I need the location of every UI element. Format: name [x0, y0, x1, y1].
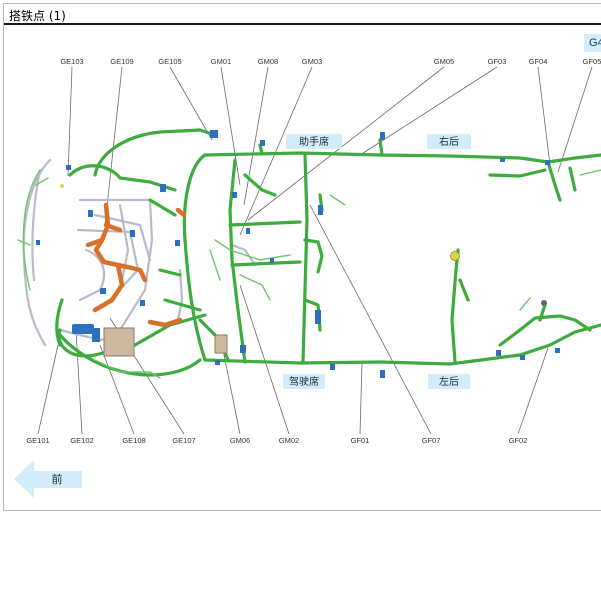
leader-line: [309, 204, 432, 435]
ground-point-label: GM02: [279, 436, 299, 445]
front-direction-arrow[interactable]: 前: [14, 460, 82, 498]
leader-line: [37, 344, 59, 435]
relay-box: [214, 334, 228, 354]
zone-right-rear-label: 右后: [439, 135, 459, 148]
ground-point-label: GF07: [422, 436, 441, 445]
green-harness: [55, 128, 601, 377]
ground-point-label: GM05: [434, 57, 454, 66]
zone-left-rear-label: 左后: [439, 375, 459, 388]
leader-line: [220, 66, 241, 186]
ground-point-label: GM08: [258, 57, 278, 66]
leader-line: [67, 66, 73, 177]
leader-line: [239, 284, 290, 435]
zone-driver-label: 驾驶席: [289, 375, 319, 388]
ground-point-label: GF01: [351, 436, 370, 445]
ground-point-label: GE103: [60, 57, 83, 66]
ground-point-label: GE108: [122, 436, 145, 445]
ground-point-label: GM03: [302, 57, 322, 66]
leader-line: [537, 66, 551, 166]
dark-connector: [541, 300, 547, 306]
arrow-left-icon: [14, 460, 82, 498]
leader-line: [517, 347, 549, 435]
ground-point-label: GF03: [488, 57, 507, 66]
ground-point-label: GF02: [509, 436, 528, 445]
ground-point-label: GE102: [70, 436, 93, 445]
leader-line: [247, 66, 445, 221]
zone-passenger-label: 助手席: [299, 135, 329, 148]
ground-point-label: GE101: [26, 436, 49, 445]
ground-point-label: GM06: [230, 436, 250, 445]
direction-label: 前: [52, 472, 63, 486]
ground-point-label: GE109: [110, 57, 133, 66]
ground-point-label: GM01: [211, 57, 231, 66]
leader-line: [239, 66, 313, 236]
small-yellow-connector: [60, 184, 64, 188]
ground-point-label: GE105: [158, 57, 181, 66]
ground-point-label: GF04: [529, 57, 548, 66]
harness-diagram: 助手席 右后 驾驶席 左后 GE103 GE109 GE105 GM01 GM08 GM0…: [14, 57, 601, 498]
engine-block: [103, 327, 135, 357]
ground-point-label: GF05: [583, 57, 601, 66]
leader-line: [99, 344, 135, 435]
leader-line: [75, 329, 83, 435]
leader-line: [221, 344, 241, 435]
zone-labels: 助手席 右后 驾驶席 左后: [283, 134, 471, 389]
yellow-connector: [450, 251, 460, 261]
leader-line: [359, 361, 363, 435]
ground-point-label: GE107: [172, 436, 195, 445]
